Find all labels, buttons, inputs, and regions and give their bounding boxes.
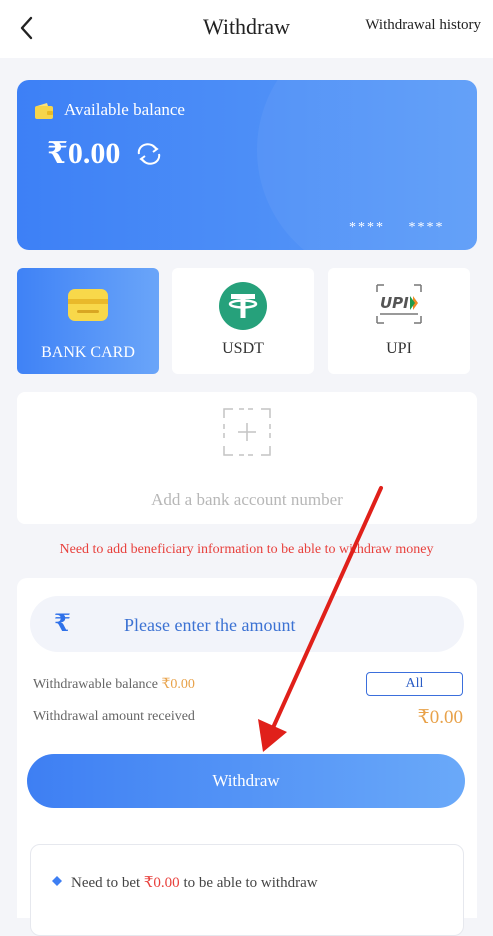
balance-amount: ₹0.00	[47, 137, 121, 170]
method-upi[interactable]: UPI UPI	[328, 268, 470, 374]
amount-input[interactable]	[122, 596, 456, 654]
balance-card: Available balance ₹0.00 **** ****	[17, 80, 477, 250]
add-bank-account-label: Add a bank account number	[151, 490, 343, 509]
beneficiary-warning: Need to add beneficiary information to b…	[59, 542, 434, 557]
withdraw-notes: Need to bet ₹0.00 to be able to withdraw	[30, 844, 464, 936]
withdrawal-history-link[interactable]: Withdrawal history	[365, 17, 481, 34]
note-suffix: to be able to withdraw	[183, 875, 318, 891]
refresh-icon[interactable]	[135, 143, 163, 165]
add-bank-account-card[interactable]: Add a bank account number	[17, 392, 477, 524]
amount-input-wrapper: ₹	[30, 596, 464, 654]
wallet-icon	[35, 103, 53, 119]
method-bank-card[interactable]: BANK CARD	[17, 268, 159, 374]
bet-requirement-note: Need to bet ₹0.00 to be able to withdraw	[71, 873, 318, 892]
header-bar: Withdraw Withdrawal history	[0, 0, 493, 58]
method-label-usdt: USDT	[222, 340, 264, 357]
bank-card-icon	[68, 289, 108, 321]
method-label-upi: UPI	[386, 340, 412, 357]
withdrawable-balance-row: Withdrawable balance ₹0.00	[33, 676, 195, 693]
method-usdt[interactable]: USDT	[172, 268, 314, 374]
withdraw-button[interactable]: Withdraw	[27, 754, 465, 808]
note-amount: ₹0.00	[143, 875, 180, 891]
amount-panel: ₹ Withdrawable balance ₹0.00 All Withdra…	[17, 578, 477, 936]
all-button[interactable]: All	[366, 672, 463, 696]
available-balance-label: Available balance	[64, 100, 185, 119]
method-label-bank-card: BANK CARD	[41, 344, 135, 361]
diamond-bullet-icon	[52, 876, 62, 886]
upi-logo-icon: UPI	[376, 284, 422, 324]
add-plus-icon	[223, 408, 271, 456]
usdt-tether-icon	[219, 282, 267, 330]
svg-text:UPI: UPI	[380, 294, 409, 312]
note-prefix: Need to bet	[71, 875, 141, 891]
received-amount-label: Withdrawal amount received	[33, 709, 195, 724]
card-number-mask: **** ****	[349, 220, 445, 235]
withdrawable-balance-label: Withdrawable balance	[33, 677, 158, 692]
received-amount-value: ₹0.00	[417, 707, 463, 728]
rupee-icon: ₹	[54, 611, 71, 637]
withdrawable-balance-value: ₹0.00	[161, 677, 195, 692]
